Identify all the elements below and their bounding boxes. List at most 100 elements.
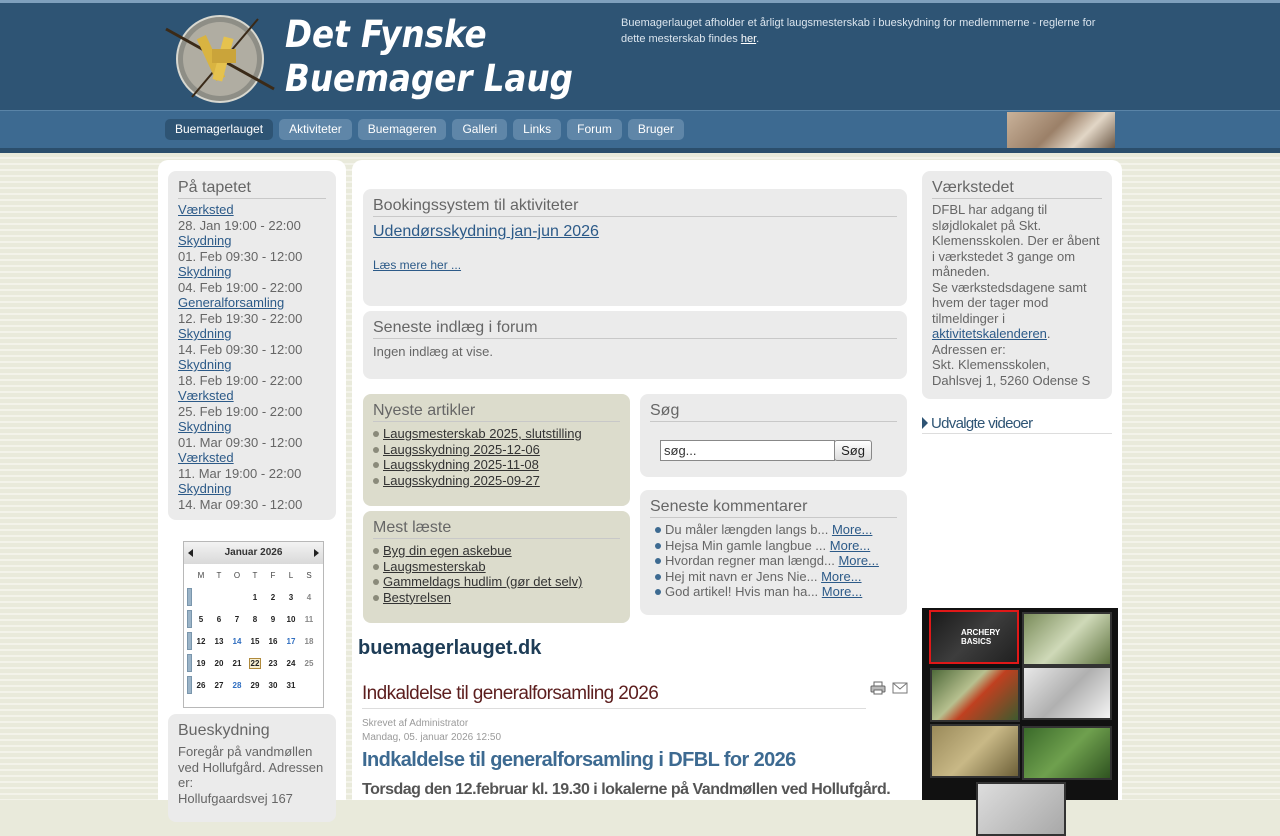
previous-month-arrow-icon[interactable] — [188, 549, 193, 557]
nav-item-links[interactable]: Links — [513, 119, 562, 140]
calendar-day[interactable]: 19 — [192, 652, 210, 674]
calendar-day[interactable]: 25 — [300, 652, 318, 674]
comment-item: Hejsa Min gamle langbue ... More... — [655, 538, 897, 554]
calendar-grid: MTOTFLS 1 2 3 4 5 6 7 8 9 10 11 12 13 14 15 16 17 18 19 20 2… — [186, 564, 318, 696]
calendar-day-number: 7 — [234, 614, 240, 624]
calendar-day[interactable]: 21 — [228, 652, 246, 674]
calendar-day[interactable]: 23 — [264, 652, 282, 674]
nav-item-buemageren[interactable]: Buemageren — [357, 119, 447, 140]
video-thumbnail[interactable] — [1022, 612, 1112, 666]
site-logo[interactable]: Det Fynske Buemager Laug — [162, 13, 573, 105]
video-thumbnail[interactable] — [930, 668, 1020, 722]
print-icon[interactable] — [870, 681, 886, 695]
calendar-day[interactable]: 2 — [264, 586, 282, 608]
article-link[interactable]: Laugsskydning 2025-09-27 — [383, 473, 540, 488]
calendar-day[interactable]: 14 — [228, 630, 246, 652]
calendar-day[interactable]: 29 — [246, 674, 264, 696]
calendar-day[interactable]: 6 — [210, 608, 228, 630]
event-link[interactable]: Værksted — [178, 388, 326, 404]
comment-more-link[interactable]: More... — [821, 569, 861, 584]
calendar-day[interactable]: 16 — [264, 630, 282, 652]
weekday-label: F — [270, 570, 276, 580]
comment-more-link[interactable]: More... — [822, 584, 862, 599]
video-thumbnail[interactable]: ARCHERY BASICS — [929, 610, 1019, 664]
article-link[interactable]: Bestyrelsen — [383, 590, 451, 605]
event-link[interactable]: Skydning — [178, 419, 326, 435]
site-header: Det Fynske Buemager Laug Buemagerlauget … — [0, 3, 1280, 110]
nav-item-buemagerlauget[interactable]: Buemagerlauget — [165, 119, 274, 140]
video-thumbnail[interactable] — [930, 724, 1020, 778]
article-title[interactable]: Indkaldelse til generalforsamling 2026 — [362, 683, 866, 709]
calendar-day[interactable]: 3 — [282, 586, 300, 608]
calendar-day[interactable]: 5 — [192, 608, 210, 630]
article-subtitle: Indkaldelse til generalforsamling i DFBL… — [362, 749, 796, 771]
calendar-day[interactable]: 22 — [246, 652, 264, 674]
site-title: buemagerlauget.dk — [358, 637, 542, 659]
nav-item-galleri[interactable]: Galleri — [452, 119, 508, 140]
calendar-day[interactable]: 20 — [210, 652, 228, 674]
most-read-module: Mest læste Byg din egen askebue Laugsmes… — [363, 511, 630, 623]
article-link[interactable]: Laugsskydning 2025-11-08 — [383, 457, 539, 472]
event-link[interactable]: Skydning — [178, 357, 326, 373]
event-link[interactable]: Værksted — [178, 202, 326, 218]
article-link[interactable]: Laugsskydning 2025-12-06 — [383, 442, 540, 457]
calendar-day[interactable]: 8 — [246, 608, 264, 630]
calendar-day[interactable]: 30 — [264, 674, 282, 696]
event-link[interactable]: Skydning — [178, 233, 326, 249]
calendar-day[interactable]: 12 — [192, 630, 210, 652]
video-thumbnail[interactable] — [976, 782, 1066, 836]
comment-more-link[interactable]: More... — [838, 553, 878, 568]
read-more-link[interactable]: Læs mere her ... — [373, 258, 897, 272]
calendar-day[interactable]: 13 — [210, 630, 228, 652]
calendar-day[interactable]: 18 — [300, 630, 318, 652]
calendar-header: Januar 2026 — [184, 542, 323, 564]
calendar-day[interactable]: 4 — [300, 586, 318, 608]
module-title: Nyeste artikler — [373, 402, 620, 422]
video-thumbnail[interactable] — [1022, 726, 1112, 780]
event-link[interactable]: Værksted — [178, 450, 326, 466]
nav-item-aktiviteter[interactable]: Aktiviteter — [279, 119, 352, 140]
calendar-day[interactable]: 1 — [246, 586, 264, 608]
activity-calendar-link[interactable]: aktivitetskalenderen — [932, 326, 1047, 341]
calendar-day[interactable]: 10 — [282, 608, 300, 630]
email-icon[interactable] — [892, 682, 908, 694]
calendar-day[interactable]: 11 — [300, 608, 318, 630]
workshop-module: Værkstedet DFBL har adgang til sløjdloka… — [922, 171, 1112, 399]
comment-text: Hejsa Min gamle langbue ... — [665, 537, 827, 553]
article-link[interactable]: Gammeldags hudlim (gør det selv) — [383, 574, 582, 589]
calendar-day[interactable]: 27 — [210, 674, 228, 696]
calendar-day-number: 14 — [232, 636, 242, 646]
comment-more-link[interactable]: More... — [832, 522, 872, 537]
article-meta: Skrevet af Administrator Mandag, 05. jan… — [362, 717, 501, 745]
calendar-day[interactable]: 7 — [228, 608, 246, 630]
event-link[interactable]: Skydning — [178, 481, 326, 497]
nav-item-forum[interactable]: Forum — [567, 119, 622, 140]
event-link[interactable]: Skydning — [178, 264, 326, 280]
calendar-day[interactable]: 28 — [228, 674, 246, 696]
event-link[interactable]: Generalforsamling — [178, 295, 326, 311]
nav-item-bruger[interactable]: Bruger — [627, 119, 684, 140]
latest-articles-module: Nyeste artikler Laugsmesterskab 2025, sl… — [363, 394, 630, 506]
calendar-day[interactable]: 15 — [246, 630, 264, 652]
workshop-text-3: Adressen er: — [932, 341, 1006, 357]
event-link[interactable]: Skydning — [178, 326, 326, 342]
calendar-day[interactable]: 31 — [282, 674, 300, 696]
calendar-day[interactable]: 26 — [192, 674, 210, 696]
calendar-month: Januar 2026 — [224, 547, 283, 558]
article-link[interactable]: Laugsmesterskab 2025, slutstilling — [383, 426, 582, 441]
latest-comments-module: Seneste kommentarer Du måler længden lan… — [640, 490, 907, 615]
calendar-day[interactable]: 9 — [264, 608, 282, 630]
comment-more-link[interactable]: More... — [830, 538, 870, 553]
next-month-arrow-icon[interactable] — [314, 549, 319, 557]
calendar-day[interactable]: 24 — [282, 652, 300, 674]
booking-link[interactable]: Udendørsskydning jan-jun 2026 — [373, 223, 897, 241]
search-input[interactable]: søg... — [660, 440, 835, 461]
weekday-label: M — [197, 570, 205, 580]
video-thumbnail[interactable] — [1022, 666, 1112, 720]
rules-link[interactable]: her — [741, 33, 756, 45]
article-link[interactable]: Byg din egen askebue — [383, 543, 512, 558]
calendar-day-number: 20 — [214, 658, 224, 668]
calendar-day[interactable]: 17 — [282, 630, 300, 652]
article-link[interactable]: Laugsmesterskab — [383, 559, 486, 574]
search-button[interactable]: Søg — [834, 440, 872, 461]
